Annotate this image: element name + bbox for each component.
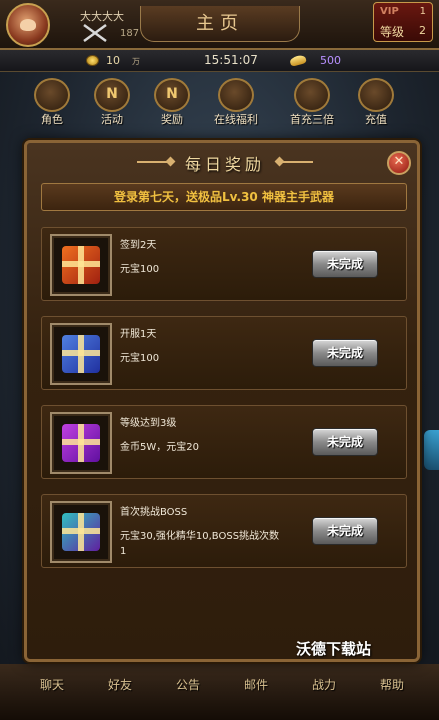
task-icon-frame <box>50 501 112 563</box>
online-gift-icon <box>218 78 254 112</box>
player-name: 大大大大 <box>80 10 124 23</box>
bottom-notice[interactable]: 公告 <box>166 676 210 693</box>
nav-activity[interactable]: N 活动 <box>84 78 140 128</box>
crossed-swords-icon <box>83 23 107 43</box>
close-icon: ✕ <box>393 154 405 169</box>
task-icon-frame <box>50 323 112 385</box>
bottom-help[interactable]: 帮助 <box>370 676 414 693</box>
dialog-title: 每日奖励 <box>184 155 265 174</box>
nav-label: 首充三倍 <box>290 113 334 126</box>
vip-level: 1 <box>419 6 426 17</box>
task-row: 签到2天 元宝100 未完成 <box>41 227 407 301</box>
rank-level: 2 <box>419 24 426 37</box>
reward-banner: 登录第七天，送极品Lv.30 神器主手武器 <box>41 183 407 211</box>
nav-label: 在线福利 <box>214 113 258 126</box>
bottom-power[interactable]: 战力 <box>302 676 346 693</box>
ingot-icon <box>289 54 307 67</box>
purple-gift-icon <box>62 424 100 462</box>
nav-label: 奖励 <box>161 113 183 126</box>
rank-label: 等级 <box>380 25 405 39</box>
reward-icon: N <box>154 78 190 112</box>
task-name: 开服1天 <box>120 329 157 340</box>
power-value: 187 <box>120 28 140 39</box>
red-gift-icon <box>62 246 100 284</box>
claim-button[interactable]: 未完成 <box>312 339 378 367</box>
ornament-icon <box>279 161 313 163</box>
nav-label: 角色 <box>41 113 63 126</box>
ingot-value: 500 <box>320 54 341 67</box>
task-name: 等级达到3级 <box>120 418 177 429</box>
player-avatar[interactable] <box>6 3 50 47</box>
task-icon-frame <box>50 412 112 474</box>
bottom-chat[interactable]: 聊天 <box>30 676 74 693</box>
new-badge: N <box>106 86 118 102</box>
clock: 15:51:07 <box>204 53 258 67</box>
ornament-icon <box>137 161 171 163</box>
task-row: 等级达到3级 金币5W，元宝20 未完成 <box>41 405 407 479</box>
new-badge: N <box>166 86 178 102</box>
page-title: 主页 <box>140 6 300 42</box>
task-row: 开服1天 元宝100 未完成 <box>41 316 407 390</box>
treasure-chest-icon <box>358 78 394 112</box>
task-reward: 金币5W，元宝20 <box>120 442 199 453</box>
nav-recharge[interactable]: 充值 <box>348 78 404 128</box>
task-icon-frame <box>50 234 112 296</box>
daily-reward-dialog: 每日奖励 ✕ 登录第七天，送极品Lv.30 神器主手武器 签到2天 元宝100 … <box>24 140 420 662</box>
task-reward: 元宝30,强化精华10,BOSS挑战次数1 <box>120 531 280 557</box>
blue-gift-icon <box>62 335 100 373</box>
character-icon <box>34 78 70 112</box>
watermark: 沃德下载站 <box>296 640 372 658</box>
nav-character[interactable]: 角色 <box>24 78 80 128</box>
vip-label: VIP <box>380 6 399 17</box>
dialog-title-bar: 每日奖励 <box>137 149 313 175</box>
top-bar: 大大大大 187 主页 VIP 1 等级 2 <box>0 0 439 50</box>
task-name: 签到2天 <box>120 240 157 251</box>
coin-icon <box>86 55 99 66</box>
nav-label: 充值 <box>365 113 387 126</box>
nav-first-recharge[interactable]: 首充三倍 <box>284 78 340 128</box>
nav-reward[interactable]: N 奖励 <box>144 78 200 128</box>
coin-unit: 万 <box>132 57 140 66</box>
bottom-friends[interactable]: 好友 <box>98 676 142 693</box>
claim-button[interactable]: 未完成 <box>312 428 378 456</box>
task-reward: 元宝100 <box>120 353 160 364</box>
close-button[interactable]: ✕ <box>387 151 411 175</box>
bottom-mail[interactable]: 邮件 <box>234 676 278 693</box>
gold-ingot-icon <box>294 78 330 112</box>
claim-button[interactable]: 未完成 <box>312 250 378 278</box>
task-name: 首次挑战BOSS <box>120 507 188 518</box>
task-row: 首次挑战BOSS 元宝30,强化精华10,BOSS挑战次数1 未完成 <box>41 494 407 568</box>
coin-value: 10 <box>106 54 120 67</box>
side-event-tab[interactable] <box>424 430 439 470</box>
resource-bar: 10 万 15:51:07 500 <box>0 50 439 72</box>
task-reward: 元宝100 <box>120 264 160 275</box>
nav-online-gift[interactable]: 在线福利 <box>208 78 264 128</box>
teal-gift-icon <box>62 513 100 551</box>
nav-label: 活动 <box>101 113 123 126</box>
vip-panel[interactable]: VIP 1 等级 2 <box>373 2 433 42</box>
activity-icon: N <box>94 78 130 112</box>
claim-button[interactable]: 未完成 <box>312 517 378 545</box>
